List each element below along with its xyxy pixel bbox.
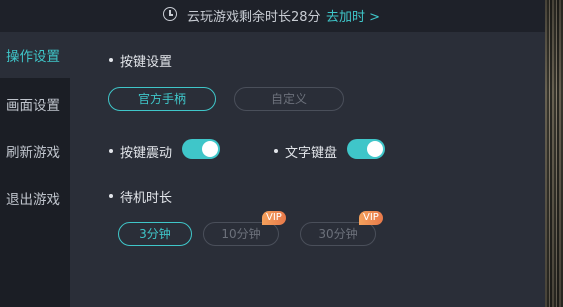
vip-badge: VIP [359,211,383,225]
official-gamepad-option[interactable]: 官方手柄 [108,87,216,111]
text-keyboard-toggle[interactable] [347,139,385,159]
idle-duration-title: 待机时长 [108,187,172,206]
sidebar-item-display-settings[interactable]: 画面设置 [0,81,70,127]
add-time-link[interactable]: 去加时 > [326,6,380,25]
game-background [545,0,563,307]
sidebar-item-label: 退出游戏 [6,192,60,208]
idle-30min-option[interactable]: 30分钟 [300,222,376,246]
sidebar-item-label: 刷新游戏 [6,145,60,161]
cloud-game-settings-overlay: 云玩游戏剩余时长28分 去加时 > 操作设置 画面设置 刷新游戏 退出游戏 按键… [0,0,563,307]
sidebar-item-refresh-game[interactable]: 刷新游戏 [0,128,70,174]
clock-icon [163,7,177,21]
custom-option[interactable]: 自定义 [234,87,344,111]
text-keyboard-label: 文字键盘 [273,142,337,161]
sidebar-item-exit-game[interactable]: 退出游戏 [0,175,70,221]
remaining-time-text: 云玩游戏剩余时长28分 [187,10,321,25]
toggle-knob [202,141,218,157]
sidebar: 操作设置 画面设置 刷新游戏 退出游戏 [0,32,70,307]
sidebar-item-label: 画面设置 [6,98,60,114]
idle-10min-option[interactable]: 10分钟 [203,222,279,246]
idle-3min-option[interactable]: 3分钟 [118,222,192,246]
key-settings-title: 按键设置 [108,51,172,70]
toggle-knob [367,141,383,157]
top-bar: 云玩游戏剩余时长28分 去加时 > [0,0,545,32]
vip-badge: VIP [262,211,286,225]
settings-panel: 按键设置 官方手柄 自定义 按键震动 文字键盘 待机时长 3分钟 10分钟 VI… [70,32,545,307]
sidebar-item-operation-settings[interactable]: 操作设置 [0,32,70,78]
vibration-label: 按键震动 [108,142,172,161]
sidebar-item-label: 操作设置 [6,49,60,65]
vibration-toggle[interactable] [182,139,220,159]
